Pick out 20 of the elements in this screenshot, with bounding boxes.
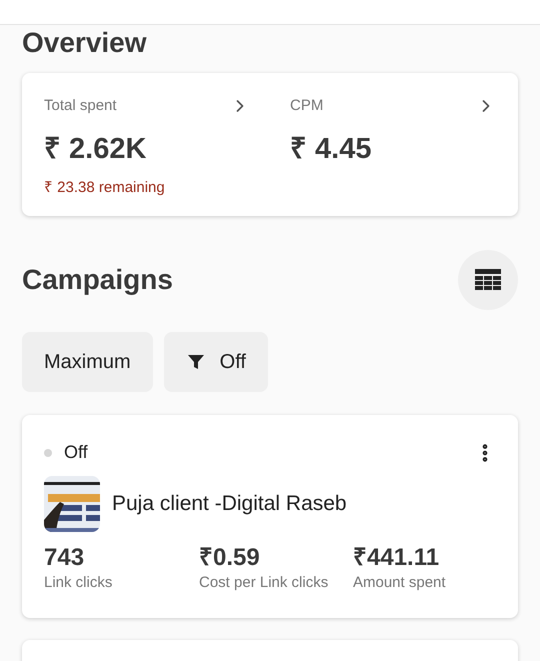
section-heading: Overview bbox=[22, 27, 148, 59]
section-heading: Campaigns bbox=[22, 263, 173, 297]
stat-value: 743 bbox=[44, 544, 86, 572]
stat-value: ₹0.59 bbox=[199, 544, 261, 572]
campaign-name: Puja client -Digital Raseb bbox=[112, 491, 347, 518]
filter-button[interactable]: Off bbox=[164, 332, 268, 392]
metric-value: ₹ 2.62K bbox=[44, 132, 148, 166]
stat-value: ₹441.11 bbox=[353, 544, 440, 572]
stat-label: Amount spent bbox=[353, 573, 447, 593]
metric-value: ₹ 4.45 bbox=[290, 132, 372, 166]
stat-label: Link clicks bbox=[44, 573, 114, 593]
campaign-card[interactable]: Off Puja client -Digital Raseb 743 Link clicks ₹0.59 Cost per Link clicks ₹441.11 Amount spent bbox=[22, 415, 518, 618]
sort-button[interactable]: Maximum bbox=[22, 332, 153, 392]
remaining-note: ₹ 23.38 remaining bbox=[44, 178, 166, 198]
metric-label: CPM bbox=[290, 96, 324, 116]
table-icon bbox=[475, 269, 501, 291]
status-label: Off bbox=[64, 441, 88, 464]
stat-label: Cost per Link clicks bbox=[199, 573, 330, 593]
metric-label: Total spent bbox=[44, 96, 117, 116]
filter-icon bbox=[186, 352, 206, 372]
